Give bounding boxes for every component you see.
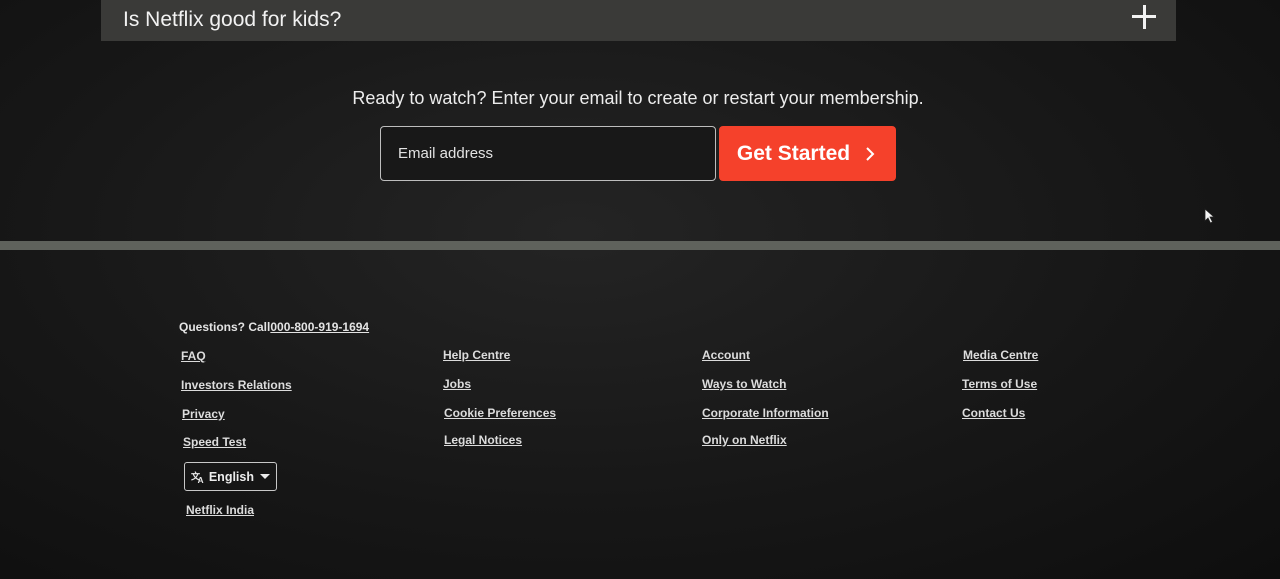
phone-link[interactable]: 000-800-919-1694: [270, 320, 369, 334]
footer-link-contact-us[interactable]: Contact Us: [962, 406, 1025, 420]
footer-link-media-centre[interactable]: Media Centre: [963, 348, 1038, 362]
svg-text:A: A: [198, 475, 204, 484]
get-started-label: Get Started: [736, 141, 851, 165]
language-label: English: [208, 469, 254, 484]
footer-link-only-on-netflix[interactable]: Only on Netflix: [702, 433, 787, 447]
netflix-page: Is Netflix good for kids? Ready to watch…: [0, 0, 1280, 579]
translate-icon: 文 A: [191, 470, 204, 484]
footer-link-faq[interactable]: FAQ: [181, 349, 206, 363]
caret-down-icon: [260, 474, 270, 479]
footer-link-ways-to-watch[interactable]: Ways to Watch: [702, 377, 786, 391]
email-field[interactable]: [380, 126, 716, 181]
footer-link-terms-of-use[interactable]: Terms of Use: [962, 377, 1037, 391]
questions-prefix: Questions? Call: [179, 320, 271, 334]
footer-link-investors[interactable]: Investors Relations: [181, 378, 292, 392]
footer-link-help-centre[interactable]: Help Centre: [443, 348, 510, 362]
footer-link-speed-test[interactable]: Speed Test: [183, 435, 246, 449]
signup-form: Get Started: [380, 126, 896, 181]
language-select[interactable]: 文 A English: [184, 462, 277, 491]
plus-icon[interactable]: [1132, 4, 1156, 29]
footer-link-account[interactable]: Account: [702, 348, 750, 362]
footer-link-region[interactable]: Netflix India: [186, 503, 254, 517]
chevron-right-icon: [866, 146, 875, 161]
mouse-cursor-icon: [1204, 208, 1216, 224]
footer-link-jobs[interactable]: Jobs: [443, 377, 471, 391]
section-divider: [0, 241, 1280, 250]
footer-link-cookie-preferences[interactable]: Cookie Preferences: [444, 406, 556, 420]
footer-link-legal-notices[interactable]: Legal Notices: [444, 433, 522, 447]
footer-link-corporate-information[interactable]: Corporate Information: [702, 406, 829, 420]
faq-item-kids[interactable]: Is Netflix good for kids?: [101, 0, 1176, 41]
faq-question: Is Netflix good for kids?: [123, 7, 342, 31]
signup-prompt: Ready to watch? Enter your email to crea…: [352, 88, 924, 108]
get-started-button[interactable]: Get Started: [719, 126, 896, 181]
footer-link-privacy[interactable]: Privacy: [182, 407, 225, 421]
footer-phone-line: Questions? Call000-800-919-1694: [179, 320, 369, 334]
